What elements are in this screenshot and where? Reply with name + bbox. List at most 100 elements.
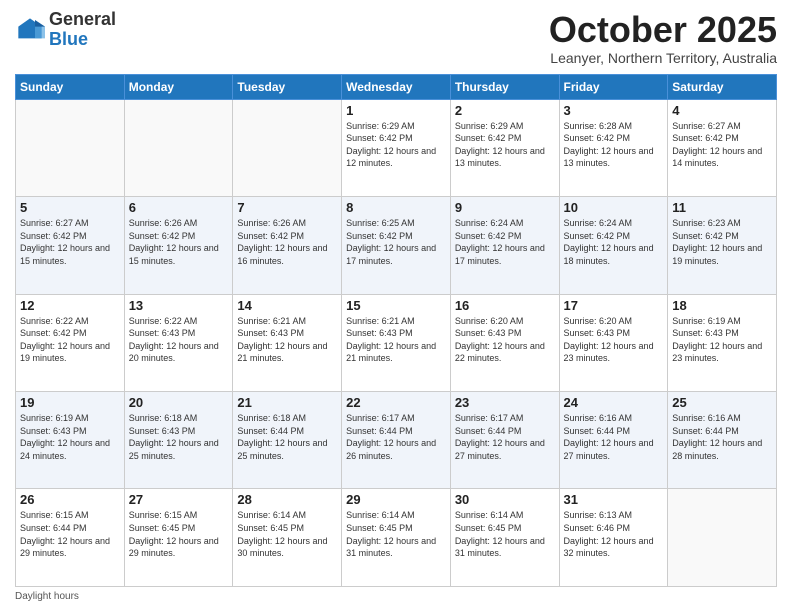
day-number: 7 <box>237 200 337 215</box>
header: General Blue October 2025 Leanyer, North… <box>15 10 777 66</box>
table-row: 8 Sunrise: 6:25 AMSunset: 6:42 PMDaylight… <box>342 197 451 294</box>
calendar-week-row: 26Sunrise: 6:15 AMSunset: 6:44 PMDayligh… <box>16 489 777 587</box>
day-info: Sunrise: 6:14 AMSunset: 6:45 PMDaylight:… <box>237 509 337 559</box>
day-info: Sunrise: 6:26 AMSunset: 6:42 PMDaylight:… <box>237 217 337 267</box>
table-row: 25 Sunrise: 6:16 AMSunset: 6:44 PMDayligh… <box>668 392 777 489</box>
table-row: 17 Sunrise: 6:20 AMSunset: 6:43 PMDayligh… <box>559 294 668 391</box>
day-info: Sunrise: 6:20 AMSunset: 6:43 PMDaylight:… <box>455 315 555 365</box>
month-title: October 2025 <box>549 10 777 50</box>
day-number: 14 <box>237 298 337 313</box>
table-row: 28Sunrise: 6:14 AMSunset: 6:45 PMDayligh… <box>233 489 342 587</box>
calendar-header-row: Sunday Monday Tuesday Wednesday Thursday… <box>16 74 777 99</box>
calendar-table: Sunday Monday Tuesday Wednesday Thursday… <box>15 74 777 587</box>
logo-text: General Blue <box>49 10 116 50</box>
day-info: Sunrise: 6:20 AMSunset: 6:43 PMDaylight:… <box>564 315 664 365</box>
logo: General Blue <box>15 10 116 50</box>
day-info: Sunrise: 6:18 AMSunset: 6:43 PMDaylight:… <box>129 412 229 462</box>
day-info: Sunrise: 6:18 AMSunset: 6:44 PMDaylight:… <box>237 412 337 462</box>
day-info: Sunrise: 6:21 AMSunset: 6:43 PMDaylight:… <box>346 315 446 365</box>
day-number: 4 <box>672 103 772 118</box>
table-row: 11Sunrise: 6:23 AMSunset: 6:42 PMDayligh… <box>668 197 777 294</box>
footer: Daylight hours <box>15 591 777 602</box>
table-row: 31Sunrise: 6:13 AMSunset: 6:46 PMDayligh… <box>559 489 668 587</box>
day-number: 17 <box>564 298 664 313</box>
day-info: Sunrise: 6:23 AMSunset: 6:42 PMDaylight:… <box>672 217 772 267</box>
calendar-week-row: 1 Sunrise: 6:29 AMSunset: 6:42 PMDaylight… <box>16 99 777 196</box>
table-row <box>124 99 233 196</box>
table-row: 26Sunrise: 6:15 AMSunset: 6:44 PMDayligh… <box>16 489 125 587</box>
table-row: 15 Sunrise: 6:21 AMSunset: 6:43 PMDayligh… <box>342 294 451 391</box>
day-info: Sunrise: 6:19 AMSunset: 6:43 PMDaylight:… <box>672 315 772 365</box>
col-monday: Monday <box>124 74 233 99</box>
table-row: 3 Sunrise: 6:28 AMSunset: 6:42 PMDaylight… <box>559 99 668 196</box>
day-info: Sunrise: 6:16 AMSunset: 6:44 PMDaylight:… <box>564 412 664 462</box>
col-tuesday: Tuesday <box>233 74 342 99</box>
day-number: 24 <box>564 395 664 410</box>
table-row: 18Sunrise: 6:19 AMSunset: 6:43 PMDayligh… <box>668 294 777 391</box>
day-number: 16 <box>455 298 555 313</box>
calendar-week-row: 12 Sunrise: 6:22 AMSunset: 6:42 PMDayligh… <box>16 294 777 391</box>
day-number: 6 <box>129 200 229 215</box>
day-number: 3 <box>564 103 664 118</box>
day-number: 13 <box>129 298 229 313</box>
calendar-week-row: 5Sunrise: 6:27 AMSunset: 6:42 PMDaylight… <box>16 197 777 294</box>
table-row: 1 Sunrise: 6:29 AMSunset: 6:42 PMDaylight… <box>342 99 451 196</box>
table-row: 9 Sunrise: 6:24 AMSunset: 6:42 PMDaylight… <box>450 197 559 294</box>
title-block: October 2025 Leanyer, Northern Territory… <box>549 10 777 66</box>
day-number: 8 <box>346 200 446 215</box>
table-row <box>668 489 777 587</box>
day-number: 27 <box>129 492 229 507</box>
table-row: 12 Sunrise: 6:22 AMSunset: 6:42 PMDayligh… <box>16 294 125 391</box>
table-row: 4Sunrise: 6:27 AMSunset: 6:42 PMDaylight… <box>668 99 777 196</box>
day-number: 21 <box>237 395 337 410</box>
day-number: 2 <box>455 103 555 118</box>
day-info: Sunrise: 6:28 AMSunset: 6:42 PMDaylight:… <box>564 120 664 170</box>
day-number: 15 <box>346 298 446 313</box>
daylight-label: Daylight hours <box>15 591 79 602</box>
day-info: Sunrise: 6:19 AMSunset: 6:43 PMDaylight:… <box>20 412 120 462</box>
day-number: 9 <box>455 200 555 215</box>
table-row: 20 Sunrise: 6:18 AMSunset: 6:43 PMDayligh… <box>124 392 233 489</box>
table-row: 7 Sunrise: 6:26 AMSunset: 6:42 PMDaylight… <box>233 197 342 294</box>
day-number: 20 <box>129 395 229 410</box>
day-info: Sunrise: 6:27 AMSunset: 6:42 PMDaylight:… <box>20 217 120 267</box>
table-row: 24 Sunrise: 6:16 AMSunset: 6:44 PMDayligh… <box>559 392 668 489</box>
day-info: Sunrise: 6:24 AMSunset: 6:42 PMDaylight:… <box>455 217 555 267</box>
col-sunday: Sunday <box>16 74 125 99</box>
day-number: 25 <box>672 395 772 410</box>
location-title: Leanyer, Northern Territory, Australia <box>549 50 777 66</box>
table-row: 22 Sunrise: 6:17 AMSunset: 6:44 PMDayligh… <box>342 392 451 489</box>
day-number: 1 <box>346 103 446 118</box>
table-row: 10 Sunrise: 6:24 AMSunset: 6:42 PMDayligh… <box>559 197 668 294</box>
col-saturday: Saturday <box>668 74 777 99</box>
table-row: 16 Sunrise: 6:20 AMSunset: 6:43 PMDayligh… <box>450 294 559 391</box>
day-number: 12 <box>20 298 120 313</box>
col-wednesday: Wednesday <box>342 74 451 99</box>
day-info: Sunrise: 6:21 AMSunset: 6:43 PMDaylight:… <box>237 315 337 365</box>
table-row: 29 Sunrise: 6:14 AMSunset: 6:45 PMDayligh… <box>342 489 451 587</box>
day-number: 10 <box>564 200 664 215</box>
table-row: 13 Sunrise: 6:22 AMSunset: 6:43 PMDayligh… <box>124 294 233 391</box>
day-number: 26 <box>20 492 120 507</box>
day-number: 31 <box>564 492 664 507</box>
day-info: Sunrise: 6:17 AMSunset: 6:44 PMDaylight:… <box>455 412 555 462</box>
table-row: 2 Sunrise: 6:29 AMSunset: 6:42 PMDaylight… <box>450 99 559 196</box>
table-row <box>233 99 342 196</box>
day-number: 19 <box>20 395 120 410</box>
day-info: Sunrise: 6:24 AMSunset: 6:42 PMDaylight:… <box>564 217 664 267</box>
day-info: Sunrise: 6:25 AMSunset: 6:42 PMDaylight:… <box>346 217 446 267</box>
day-info: Sunrise: 6:14 AMSunset: 6:45 PMDaylight:… <box>346 509 446 559</box>
logo-icon <box>15 15 45 45</box>
day-info: Sunrise: 6:15 AMSunset: 6:45 PMDaylight:… <box>129 509 229 559</box>
day-info: Sunrise: 6:29 AMSunset: 6:42 PMDaylight:… <box>455 120 555 170</box>
col-thursday: Thursday <box>450 74 559 99</box>
day-info: Sunrise: 6:17 AMSunset: 6:44 PMDaylight:… <box>346 412 446 462</box>
day-number: 29 <box>346 492 446 507</box>
day-number: 30 <box>455 492 555 507</box>
day-info: Sunrise: 6:29 AMSunset: 6:42 PMDaylight:… <box>346 120 446 170</box>
day-number: 22 <box>346 395 446 410</box>
day-info: Sunrise: 6:16 AMSunset: 6:44 PMDaylight:… <box>672 412 772 462</box>
day-info: Sunrise: 6:22 AMSunset: 6:43 PMDaylight:… <box>129 315 229 365</box>
day-info: Sunrise: 6:22 AMSunset: 6:42 PMDaylight:… <box>20 315 120 365</box>
table-row: 19 Sunrise: 6:19 AMSunset: 6:43 PMDayligh… <box>16 392 125 489</box>
